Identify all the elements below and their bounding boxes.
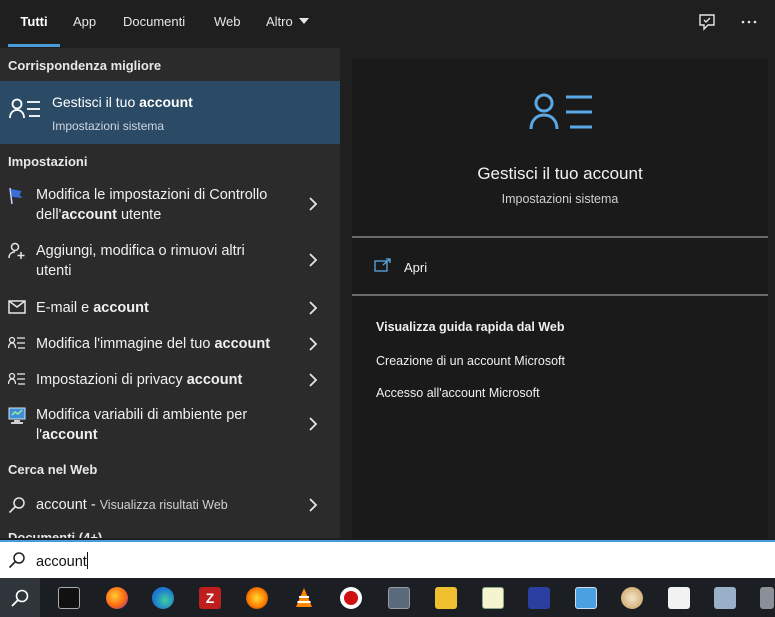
- account-settings-icon: [8, 98, 42, 125]
- tab-tutti[interactable]: Tutti: [8, 0, 60, 48]
- vlc-icon[interactable]: [293, 587, 315, 609]
- chevron-right-icon: [308, 337, 320, 351]
- more-options-icon[interactable]: [738, 12, 760, 34]
- computer-icon[interactable]: [760, 587, 774, 609]
- divider: [352, 236, 768, 238]
- setting-label: Aggiungi, modifica o rimuovi altri utent…: [36, 243, 245, 279]
- paint-icon[interactable]: [621, 587, 643, 609]
- divider: [352, 294, 768, 296]
- folder-icon[interactable]: [435, 587, 457, 609]
- open-action[interactable]: Apri: [404, 260, 427, 275]
- remote-desktop-icon[interactable]: [575, 587, 597, 609]
- setting-label: Modifica variabili di ambiente per l'acc…: [36, 407, 248, 443]
- settings-header: Impostazioni: [8, 154, 88, 169]
- search-input-box[interactable]: account: [0, 540, 775, 578]
- setting-label: Impostazioni di privacy account: [36, 372, 243, 388]
- open-icon[interactable]: [374, 258, 392, 277]
- search-input[interactable]: account: [36, 552, 88, 570]
- web-search-header: Cerca nel Web: [8, 462, 98, 477]
- feedback-icon[interactable]: [696, 12, 718, 34]
- winamp-icon[interactable]: [246, 587, 268, 609]
- setting-account-privacy[interactable]: Impostazioni di privacy account: [0, 369, 340, 391]
- search-tab-bar: Tutti App Documenti Web Altro: [0, 0, 775, 48]
- document-icon[interactable]: [668, 587, 690, 609]
- tab-label: Tutti: [20, 14, 48, 29]
- recorder-icon[interactable]: [340, 587, 362, 609]
- setting-email-accounts[interactable]: E-mail e account: [0, 297, 340, 319]
- account-list-icon: [7, 336, 26, 354]
- setting-label: Modifica l'immagine del tuo account: [36, 336, 271, 352]
- tab-app[interactable]: App: [73, 0, 96, 48]
- tab-web[interactable]: Web: [214, 0, 241, 48]
- chevron-right-icon: [308, 253, 320, 267]
- best-match-subtitle: Impostazioni sistema: [52, 119, 165, 133]
- web-search-label: account - Visualizza risultati Web: [36, 497, 228, 513]
- flag-icon: [8, 187, 26, 205]
- preview-pane: Gestisci il tuo account Impostazioni sis…: [352, 59, 768, 539]
- setting-label: E-mail e account: [36, 300, 149, 316]
- tab-label: Web: [214, 14, 241, 29]
- chevron-down-icon: [298, 18, 309, 24]
- tab-label: App: [73, 14, 97, 29]
- tab-label: Altro: [266, 14, 293, 29]
- search-icon: [11, 589, 29, 607]
- terminal-icon[interactable]: [58, 587, 80, 609]
- web-search-result[interactable]: account - Visualizza risultati Web: [0, 494, 340, 516]
- setting-other-users[interactable]: Aggiungi, modifica o rimuovi altri utent…: [0, 241, 340, 283]
- account-settings-icon: [528, 93, 594, 136]
- system-monitor-icon: [8, 407, 26, 425]
- search-icon: [8, 551, 26, 574]
- search-icon: [8, 496, 26, 514]
- notepad-icon[interactable]: [482, 587, 504, 609]
- text-cursor: [86, 552, 88, 569]
- help-link-create-account[interactable]: Creazione di un account Microsoft: [376, 354, 565, 368]
- chevron-right-icon: [308, 197, 320, 211]
- preview-subtitle: Impostazioni sistema: [501, 192, 619, 206]
- chevron-right-icon: [308, 373, 320, 387]
- tab-altro[interactable]: Altro: [266, 0, 309, 48]
- edge-icon[interactable]: [152, 587, 174, 609]
- setting-environment-variables[interactable]: Modifica variabili di ambiente per l'acc…: [0, 405, 340, 447]
- taskbar-search-button[interactable]: [0, 578, 40, 617]
- chevron-right-icon: [308, 498, 320, 512]
- best-match-item[interactable]: Gestisci il tuo account Impostazioni sis…: [0, 81, 340, 144]
- best-match-header: Corrispondenza migliore: [8, 58, 162, 73]
- tab-documenti[interactable]: Documenti: [123, 0, 185, 48]
- help-link-access-account[interactable]: Accesso all'account Microsoft: [376, 386, 540, 400]
- documents-header: Documenti (4+): [8, 530, 103, 538]
- mail-icon: [8, 300, 26, 318]
- taskbar: Z: [0, 578, 775, 617]
- chevron-right-icon: [308, 301, 320, 315]
- setting-label: Modifica le impostazioni di Controllo de…: [36, 187, 268, 223]
- best-match-title: Gestisci il tuo account: [52, 94, 193, 110]
- chevron-right-icon: [308, 417, 320, 431]
- account-list-icon: [7, 372, 26, 390]
- save-icon[interactable]: [528, 587, 550, 609]
- filezilla-icon[interactable]: Z: [199, 587, 221, 609]
- firefox-icon[interactable]: [106, 587, 128, 609]
- calculator-icon[interactable]: [388, 587, 410, 609]
- network-icon[interactable]: [714, 587, 736, 609]
- quick-help-header: Visualizza guida rapida dal Web: [376, 320, 565, 334]
- preview-title: Gestisci il tuo account: [477, 164, 643, 183]
- results-list: Corrispondenza migliore Gestisci il tuo …: [0, 48, 340, 538]
- add-user-icon: [8, 242, 26, 260]
- setting-account-picture[interactable]: Modifica l'immagine del tuo account: [0, 333, 340, 355]
- setting-uac[interactable]: Modifica le impostazioni di Controllo de…: [0, 185, 340, 227]
- tab-label: Documenti: [123, 14, 186, 29]
